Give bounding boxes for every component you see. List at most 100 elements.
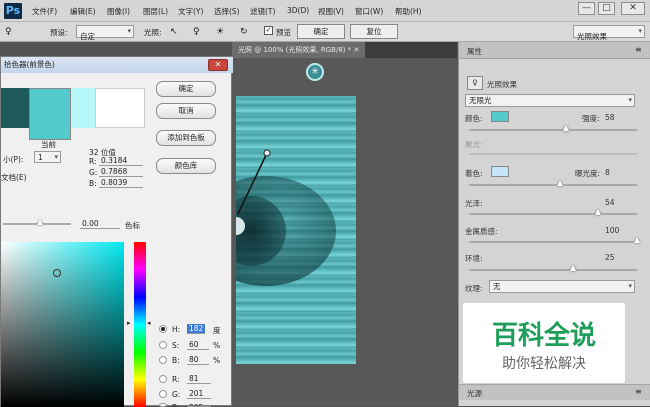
light-type-select[interactable]: 无限光 ▾ <box>465 94 635 107</box>
texture-select[interactable]: 无 ▾ <box>489 280 635 293</box>
s-radio[interactable] <box>159 341 167 349</box>
s-label: S: <box>172 341 180 350</box>
document-tab[interactable]: 光照 @ 100% (光照效果, RGB/8) * ✕ <box>232 42 366 58</box>
preview-checkbox[interactable]: ✓ <box>264 26 273 35</box>
b-label: B: <box>172 356 180 365</box>
window-minimize-button[interactable]: — <box>578 2 595 15</box>
b-field[interactable]: 80 <box>187 355 209 365</box>
reset-button[interactable]: 复位 <box>350 24 398 39</box>
light-direction-handle[interactable] <box>236 96 356 364</box>
h-label: H: <box>172 325 181 334</box>
photoshop-logo-icon: Ps <box>4 3 22 19</box>
spot-light-icon[interactable]: ↖ <box>170 27 178 37</box>
exposure-label: 曝光度: <box>575 169 601 178</box>
color-field[interactable] <box>1 242 124 407</box>
g32-field[interactable]: 0.7868 <box>99 167 143 177</box>
r-label: R: <box>172 375 180 384</box>
h-field[interactable]: 182 <box>187 324 205 334</box>
intensity-slider[interactable] <box>3 219 71 225</box>
window-maximize-button[interactable]: □ <box>598 2 615 15</box>
document-tab-bar: 光照 @ 100% (光照效果, RGB/8) * ✕ <box>232 42 457 58</box>
add-to-swatches-button[interactable]: 添加到色板 <box>156 130 216 146</box>
light-position-icon[interactable]: ✳ <box>306 63 324 81</box>
dialog-ok-button[interactable]: 确定 <box>156 81 216 97</box>
menu-file[interactable]: 文件(F) <box>32 6 57 17</box>
ambience-slider[interactable] <box>469 265 637 271</box>
lights-menu-icon[interactable]: ≡ <box>635 387 642 396</box>
color-field-cursor[interactable] <box>53 269 61 277</box>
lights-title[interactable]: 光源 <box>467 388 482 399</box>
window-close-button[interactable]: ✕ <box>621 2 645 15</box>
metallic-value[interactable]: 100 <box>605 226 619 235</box>
b-rgb-label: B: <box>172 403 180 407</box>
s-unit: % <box>213 341 221 350</box>
swatch-plus1[interactable] <box>71 88 95 128</box>
menu-edit[interactable]: 编辑(E) <box>70 6 96 17</box>
ambience-label: 环境: <box>465 254 483 263</box>
reset-light-icon[interactable]: ↻ <box>240 27 248 37</box>
dialog-close-button[interactable]: ✕ <box>208 59 228 71</box>
menu-image[interactable]: 图像(I) <box>107 6 130 17</box>
exposure-value[interactable]: 8 <box>605 168 610 177</box>
size-select[interactable]: 1 ▾ <box>34 151 61 163</box>
menu-select[interactable]: 选择(S) <box>214 6 240 17</box>
menu-filter[interactable]: 滤镜(T) <box>250 6 275 17</box>
gloss-value[interactable]: 54 <box>605 198 615 207</box>
ambience-value[interactable]: 25 <box>605 253 615 262</box>
properties-title[interactable]: 属性 <box>467 46 482 57</box>
properties-header: 属性 ≡ <box>459 42 650 59</box>
r-field[interactable]: 81 <box>187 374 211 384</box>
hue-slider-arrow-icon: ▸ <box>127 319 131 327</box>
tint-color-swatch[interactable] <box>491 166 509 177</box>
hue-slider[interactable] <box>134 242 146 407</box>
color-libraries-button[interactable]: 颜色库 <box>156 158 216 174</box>
preset-select[interactable]: 自定 ▾ <box>76 25 134 41</box>
r32-field[interactable]: 0.3184 <box>99 156 143 166</box>
menu-3d[interactable]: 3D(D) <box>287 6 309 15</box>
watermark-subtitle: 助你轻松解决 <box>502 356 586 372</box>
g-field[interactable]: 201 <box>187 389 211 399</box>
intensity-field[interactable]: 0.00 <box>80 219 120 229</box>
g32-label: G: <box>89 168 98 177</box>
lighting-preview-image[interactable] <box>236 96 356 364</box>
intensity-knob <box>563 125 570 131</box>
hue-slider-arrow-right-icon: ◂ <box>147 319 151 327</box>
gloss-slider[interactable] <box>469 209 637 215</box>
exposure-knob <box>556 180 563 186</box>
color-picker-dialog: 拾色器(前景色) ✕ -1 +1 +2 +3 当前 确定 取消 添加到色板 颜色… <box>0 56 233 407</box>
g-radio[interactable] <box>159 390 167 398</box>
b-rgb-radio[interactable] <box>159 403 167 407</box>
menu-type[interactable]: 文字(Y) <box>178 6 203 17</box>
menu-window[interactable]: 窗口(W) <box>355 6 383 17</box>
dialog-cancel-button[interactable]: 取消 <box>156 103 216 119</box>
texture-label: 纹理: <box>465 284 483 293</box>
workspace-select[interactable]: 光照效果 ▾ <box>573 25 645 41</box>
menu-view[interactable]: 视图(V) <box>318 6 344 17</box>
infinite-light-icon[interactable]: ☀ <box>216 27 224 37</box>
menu-bar: Ps 文件(F) 编辑(E) 图像(I) 图层(L) 文字(Y) 选择(S) 滤… <box>0 0 650 22</box>
ok-button[interactable]: 确定 <box>297 24 345 39</box>
preset-label: 预设: <box>50 28 68 37</box>
b-rgb-field[interactable]: 205 <box>187 403 211 407</box>
panel-menu-icon[interactable]: ≡ <box>635 45 642 54</box>
menu-help[interactable]: 帮助(H) <box>395 6 422 17</box>
b32-field[interactable]: 0.8039 <box>99 178 143 188</box>
h-radio[interactable] <box>159 325 167 333</box>
swatch-plus2[interactable] <box>95 88 145 128</box>
lightbulb-icon: ♀ <box>5 27 12 37</box>
h-unit: 度 <box>213 326 221 335</box>
r-radio[interactable] <box>159 375 167 383</box>
b-radio[interactable] <box>159 356 167 364</box>
metallic-slider[interactable] <box>469 237 640 243</box>
hotspot-slider <box>469 153 637 155</box>
tint-label: 着色: <box>465 169 483 178</box>
intensity-value[interactable]: 58 <box>605 113 615 122</box>
light-color-swatch[interactable] <box>491 111 509 122</box>
point-light-icon[interactable]: ♀ <box>193 27 200 37</box>
exposure-slider[interactable] <box>469 180 637 186</box>
intensity-slider[interactable] <box>469 125 637 131</box>
menu-layer[interactable]: 图层(L) <box>143 6 168 17</box>
color-label: 颜色: <box>465 114 483 123</box>
s-field[interactable]: 60 <box>187 340 209 350</box>
swatch-minus1[interactable] <box>1 88 29 128</box>
